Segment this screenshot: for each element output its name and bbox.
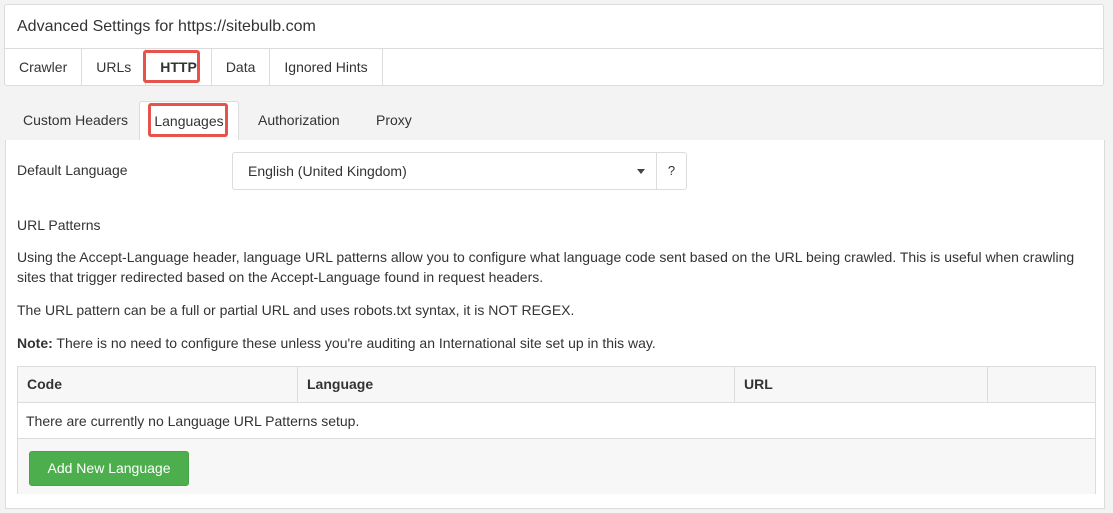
tab-http[interactable]: HTTP: [146, 49, 212, 86]
url-patterns-description: Using the Accept-Language header, langua…: [17, 249, 1075, 285]
sub-tab-bar: Custom Headers Languages Authorization P…: [5, 101, 1105, 142]
url-patterns-title: URL Patterns: [17, 217, 101, 233]
language-patterns-table: Code Language URL There are currently no…: [17, 366, 1096, 494]
subtab-languages-label: Languages: [154, 113, 224, 129]
table-empty-message: There are currently no Language URL Patt…: [18, 403, 1095, 439]
subtab-proxy[interactable]: Proxy: [376, 101, 412, 141]
tab-http-label: HTTP: [160, 59, 197, 75]
subtab-authorization[interactable]: Authorization: [258, 101, 340, 141]
default-language-select[interactable]: English (United Kingdom): [232, 152, 657, 190]
url-patterns-note: Note: There is no need to configure thes…: [17, 333, 1102, 353]
languages-panel: Default Language English (United Kingdom…: [5, 140, 1105, 509]
default-language-label: Default Language: [17, 162, 128, 178]
help-button[interactable]: ?: [656, 152, 687, 190]
tab-ignored-hints[interactable]: Ignored Hints: [270, 49, 383, 86]
column-header-code: Code: [27, 376, 62, 392]
default-language-value: English (United Kingdom): [248, 163, 407, 179]
tab-urls[interactable]: URLs: [82, 49, 147, 86]
column-header-language: Language: [297, 367, 734, 402]
tab-crawler[interactable]: Crawler: [5, 49, 83, 86]
chevron-down-icon: [637, 169, 645, 174]
note-label: Note:: [17, 335, 53, 351]
page-title: Advanced Settings for https://sitebulb.c…: [17, 18, 316, 35]
column-header-actions: [987, 367, 1095, 402]
table-footer: Add New Language: [18, 439, 1095, 494]
add-new-language-button[interactable]: Add New Language: [29, 451, 189, 486]
settings-header-panel: Advanced Settings for https://sitebulb.c…: [4, 4, 1104, 86]
subtab-languages[interactable]: Languages: [139, 101, 239, 142]
main-tab-bar: Crawler URLs HTTP Data Ignored Hints: [5, 48, 1103, 86]
url-patterns-syntax-note: The URL pattern can be a full or partial…: [17, 302, 575, 318]
table-header: Code Language URL: [18, 367, 1095, 403]
subtab-custom-headers[interactable]: Custom Headers: [23, 101, 128, 141]
column-header-url: URL: [734, 367, 987, 402]
tab-data[interactable]: Data: [212, 49, 271, 86]
note-text: There is no need to configure these unle…: [52, 335, 656, 351]
